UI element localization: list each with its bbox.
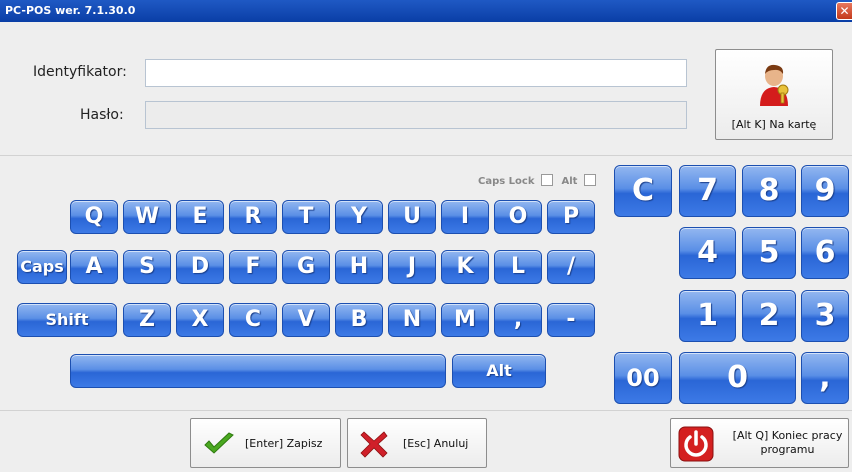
key-alt[interactable]: Alt <box>452 354 546 388</box>
cross-icon <box>360 431 388 458</box>
user-key-icon <box>760 64 789 106</box>
key-g[interactable]: G <box>282 250 330 284</box>
key-p[interactable]: P <box>547 200 595 234</box>
cancel-label: [Esc] Anuluj <box>403 437 469 450</box>
save-label: [Enter] Zapisz <box>245 437 323 450</box>
key-q[interactable]: Q <box>70 200 118 234</box>
password-input[interactable] <box>145 101 687 129</box>
card-login-button[interactable]: [Alt K] Na kartę <box>715 49 833 140</box>
quit-label-line2: programu <box>760 443 815 456</box>
key-l[interactable]: L <box>494 250 542 284</box>
key-caps[interactable]: Caps <box>17 250 67 284</box>
key-e[interactable]: E <box>176 200 224 234</box>
numpad-key-2[interactable]: 2 <box>742 290 796 342</box>
card-button-label: [Alt K] Na kartę <box>731 118 817 131</box>
key-m[interactable]: M <box>441 303 489 337</box>
quit-label-line1: [Alt Q] Koniec pracy <box>732 429 843 442</box>
save-button[interactable]: [Enter] Zapisz <box>190 418 341 468</box>
caps-lock-checkbox[interactable] <box>540 174 553 186</box>
quit-label: [Alt Q] Koniec pracy programu <box>725 429 850 457</box>
key-v[interactable]: V <box>282 303 330 337</box>
power-icon <box>678 426 714 462</box>
key-i[interactable]: I <box>441 200 489 234</box>
key-x[interactable]: X <box>176 303 224 337</box>
keyboard-options: Caps Lock Alt <box>478 174 601 187</box>
key-z[interactable]: Z <box>123 303 171 337</box>
alt-label: Alt <box>561 176 578 187</box>
password-label: Hasło: <box>80 107 124 123</box>
virtual-keyboard: Caps Lock Alt Q W E R T Y U I O P Caps A… <box>0 157 852 410</box>
key-comma[interactable]: , <box>494 303 542 337</box>
key-minus[interactable]: - <box>547 303 595 337</box>
caps-lock-label: Caps Lock <box>478 176 535 187</box>
key-t[interactable]: T <box>282 200 330 234</box>
key-j[interactable]: J <box>388 250 436 284</box>
key-a[interactable]: A <box>70 250 118 284</box>
checkmark-icon <box>204 432 234 454</box>
bottom-bar: [Enter] Zapisz [Esc] Anuluj [Alt Q] Koni… <box>0 410 852 472</box>
key-n[interactable]: N <box>388 303 436 337</box>
numpad-key-5[interactable]: 5 <box>742 227 796 279</box>
close-button[interactable]: ✕ <box>836 2 852 20</box>
numpad-key-4[interactable]: 4 <box>679 227 736 279</box>
key-b[interactable]: B <box>335 303 383 337</box>
numpad-key-7[interactable]: 7 <box>679 165 736 217</box>
key-c[interactable]: C <box>229 303 277 337</box>
key-s[interactable]: S <box>123 250 171 284</box>
numpad-key-1[interactable]: 1 <box>679 290 736 342</box>
numpad-key-3[interactable]: 3 <box>801 290 849 342</box>
numpad-key-clear[interactable]: C <box>614 165 672 217</box>
close-icon: ✕ <box>839 4 850 18</box>
title-bar: PC-POS wer. 7.1.30.0 ✕ <box>0 0 852 22</box>
key-y[interactable]: Y <box>335 200 383 234</box>
key-w[interactable]: W <box>123 200 171 234</box>
key-shift[interactable]: Shift <box>17 303 117 337</box>
quit-button[interactable]: [Alt Q] Koniec pracy programu <box>670 418 849 468</box>
key-o[interactable]: O <box>494 200 542 234</box>
numpad-key-0[interactable]: 0 <box>679 352 796 404</box>
key-k[interactable]: K <box>441 250 489 284</box>
key-f[interactable]: F <box>229 250 277 284</box>
numpad-key-6[interactable]: 6 <box>801 227 849 279</box>
login-panel: Identyfikator: Hasło: [Alt K] Na kartę <box>0 22 852 156</box>
key-d[interactable]: D <box>176 250 224 284</box>
numpad-key-comma[interactable]: , <box>801 352 849 404</box>
key-r[interactable]: R <box>229 200 277 234</box>
identifier-input[interactable] <box>145 59 687 87</box>
numpad-key-8[interactable]: 8 <box>742 165 796 217</box>
numpad-key-00[interactable]: 00 <box>614 352 672 404</box>
key-u[interactable]: U <box>388 200 436 234</box>
cancel-button[interactable]: [Esc] Anuluj <box>347 418 487 468</box>
identifier-label: Identyfikator: <box>33 64 127 80</box>
alt-checkbox[interactable] <box>583 174 596 186</box>
window-title: PC-POS wer. 7.1.30.0 <box>5 4 136 17</box>
key-slash[interactable]: / <box>547 250 595 284</box>
key-h[interactable]: H <box>335 250 383 284</box>
key-space[interactable] <box>70 354 446 388</box>
numpad-key-9[interactable]: 9 <box>801 165 849 217</box>
